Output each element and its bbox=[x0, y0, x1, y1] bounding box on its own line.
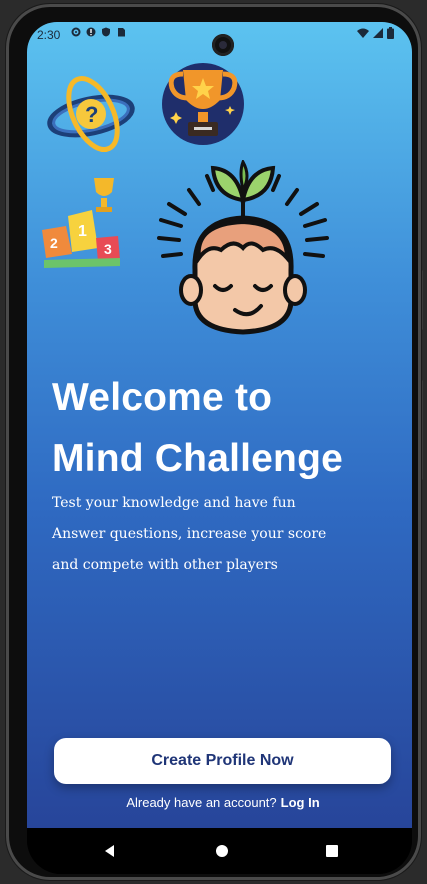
warning-icon bbox=[86, 27, 96, 37]
navigation-bar bbox=[27, 828, 412, 874]
mind-plant-head-icon bbox=[157, 160, 329, 335]
login-prompt: Already have an account? bbox=[126, 795, 277, 810]
description: Test your knowledge and have fun Answer … bbox=[52, 488, 326, 581]
question-orbit-icon: ? bbox=[47, 76, 135, 152]
description-line-2: Answer questions, increase your score bbox=[52, 526, 327, 542]
login-link[interactable]: Log In bbox=[281, 795, 320, 810]
svg-text:1: 1 bbox=[78, 223, 87, 240]
wifi-icon bbox=[357, 28, 369, 38]
battery-icon bbox=[387, 27, 394, 39]
svg-text:2: 2 bbox=[50, 235, 58, 251]
recent-apps-icon[interactable] bbox=[323, 842, 341, 860]
signal-icon bbox=[373, 27, 383, 38]
description-line-1: Test your knowledge and have fun bbox=[52, 495, 296, 511]
page-title: Welcome to Mind Challenge bbox=[52, 367, 343, 489]
podium-icon: 1 2 3 bbox=[42, 178, 120, 268]
screen: 2:30 ? 1 2 3 Welcome to Mind Challenge T… bbox=[27, 22, 412, 874]
phone-frame: 2:30 ? 1 2 3 Welcome to Mind Challenge T… bbox=[6, 4, 421, 880]
gear-icon bbox=[71, 27, 81, 37]
svg-text:3: 3 bbox=[104, 241, 112, 257]
title-line-1: Welcome to bbox=[52, 376, 273, 419]
create-profile-button[interactable]: Create Profile Now bbox=[54, 738, 391, 784]
front-camera bbox=[212, 34, 234, 56]
sim-icon bbox=[118, 28, 125, 37]
back-icon[interactable] bbox=[101, 842, 119, 860]
home-icon[interactable] bbox=[213, 842, 231, 860]
description-line-3: and compete with other players bbox=[52, 557, 278, 573]
status-time: 2:30 bbox=[37, 28, 61, 42]
shield-icon bbox=[102, 27, 110, 37]
svg-text:?: ? bbox=[85, 102, 98, 127]
welcome-screen: 2:30 ? 1 2 3 Welcome to Mind Challenge T… bbox=[27, 22, 412, 828]
title-line-2: Mind Challenge bbox=[52, 437, 343, 480]
login-row: Already have an account? Log In bbox=[27, 795, 412, 810]
trophy-badge-icon bbox=[162, 63, 244, 145]
